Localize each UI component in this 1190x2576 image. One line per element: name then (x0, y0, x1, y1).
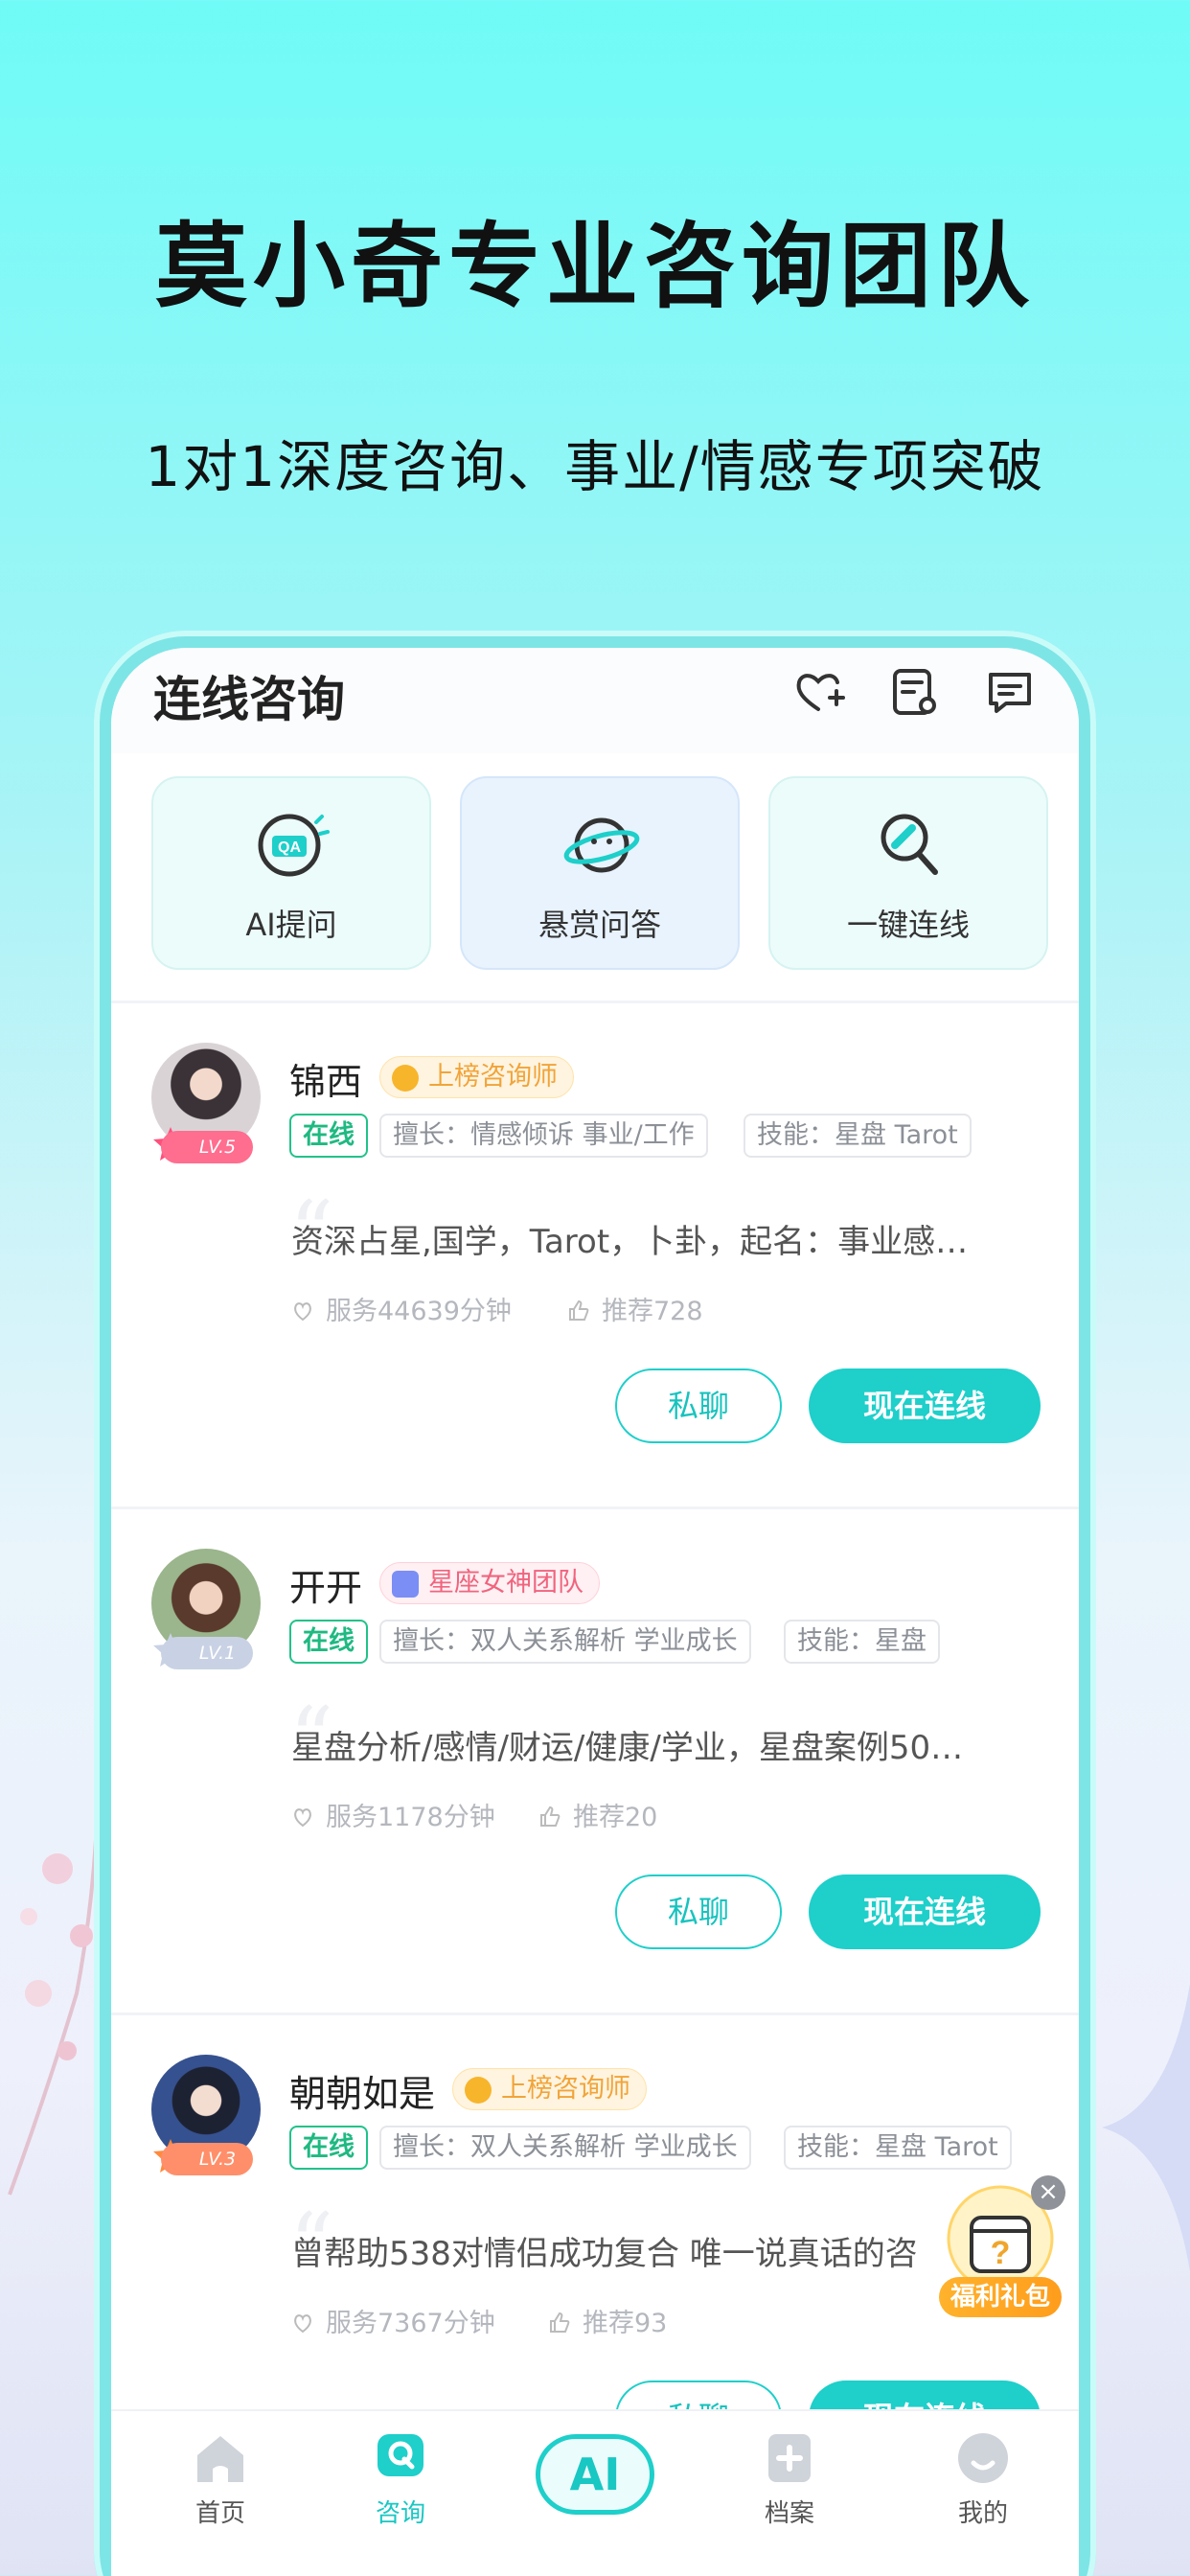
tab-label: 档案 (764, 2499, 814, 2528)
ai-button[interactable]: AI (536, 2434, 654, 2515)
qa-icon: QA (258, 814, 330, 877)
medal-icon (465, 2077, 492, 2104)
top-bar: 连线咨询 (111, 648, 1079, 753)
consult-icon (378, 2434, 423, 2476)
promo-subline: 1对1深度咨询、事业/情感专项突破 (145, 434, 1045, 499)
tab-profile[interactable]: 我的 (916, 2430, 1050, 2529)
medal-icon (392, 1065, 419, 1092)
service-icon (294, 1302, 311, 1322)
recommend-stat: 推荐20 (538, 1796, 657, 1833)
service-stat: 服务1178分钟 (291, 1796, 495, 1833)
recommend-stat: 推荐93 (548, 2302, 667, 2339)
svg-text:QA: QA (278, 840, 301, 856)
badge-label: 星座女神团队 (428, 1568, 584, 1598)
team-icon (392, 1571, 419, 1598)
service-stat: 服务44639分钟 (291, 1290, 512, 1327)
level-badge: LV.5 (161, 1131, 253, 1163)
profile-icon (958, 2433, 1008, 2483)
recommend-stat: 推荐728 (567, 1290, 703, 1327)
consultant-intro: 星盘分析/感情/财运/健康/学业，星盘案例50… (291, 1729, 964, 1767)
badge-label: 上榜咨询师 (501, 2074, 630, 2104)
consultant-name: 朝朝如是 (289, 2073, 436, 2115)
sparkle-decoration (1102, 1984, 1190, 2271)
specialty-tag: 擅长：情感倾诉 事业/工作 (379, 1114, 708, 1158)
consultant-intro: 资深占星,国学，Tarot，卜卦，起名：事业感… (291, 1223, 969, 1261)
consultant-card[interactable]: LV.5 锦西 上榜咨询师 在线 擅长：情感倾诉 事业/工作 技能：星盘 Tar… (111, 1002, 1079, 1508)
svg-text:?: ? (991, 2235, 1011, 2271)
tab-home[interactable]: 首页 (153, 2430, 287, 2529)
planet-icon (563, 817, 640, 873)
online-tag: 在线 (289, 2126, 368, 2170)
page-title: 连线咨询 (153, 672, 345, 727)
close-icon[interactable]: × (1031, 2175, 1065, 2210)
recommend-count: 推荐93 (583, 2309, 668, 2338)
level-badge: LV.1 (161, 1637, 253, 1669)
skills-tag: 技能：星盘 Tarot (744, 1114, 972, 1158)
feature-bounty-qa[interactable]: 悬赏问答 (460, 776, 740, 970)
gift-label: 福利礼包 (939, 2277, 1062, 2317)
service-stat: 服务7367分钟 (291, 2302, 495, 2339)
specialty-tag: 擅长：双人关系解析 学业成长 (379, 2126, 751, 2170)
private-chat-button[interactable]: 私聊 (615, 1368, 782, 1443)
tab-label: 咨询 (375, 2499, 425, 2528)
status-badge: 上榜咨询师 (452, 2068, 647, 2110)
consultant-name: 开开 (289, 1567, 363, 1609)
flower-branch-decoration (8, 1839, 98, 2196)
service-icon (294, 1808, 311, 1828)
recommend-count: 推荐728 (602, 1297, 703, 1326)
status-badge: 星座女神团队 (379, 1562, 600, 1604)
connect-now-button[interactable]: 现在连线 (809, 1874, 1041, 1949)
promo-headline: 莫小奇专业咨询团队 (155, 213, 1035, 320)
feature-ai-ask[interactable]: QA AI提问 (151, 776, 431, 970)
private-chat-button[interactable]: 私聊 (615, 1874, 782, 1949)
feature-label: 一键连线 (846, 907, 970, 943)
tab-consult[interactable]: 咨询 (333, 2430, 468, 2529)
specialty-tag: 擅长：双人关系解析 学业成长 (379, 1620, 751, 1664)
service-time: 服务1178分钟 (326, 1803, 495, 1832)
thumbs-up-icon (550, 2312, 570, 2333)
online-tag: 在线 (289, 1620, 368, 1664)
consultant-card[interactable]: LV.1 开开 星座女神团队 在线 擅长：双人关系解析 学业成长 技能：星盘 “… (111, 1508, 1079, 2014)
welfare-gift-widget[interactable]: ? × 福利礼包 (939, 2175, 1069, 2319)
tab-label: 我的 (957, 2499, 1008, 2528)
app-screen: 连线咨询 QA AI提问 悬赏问答 一键连线 LV.5 锦西 上榜咨询师 在线 … (111, 648, 1079, 2576)
tab-archive[interactable]: 档案 (722, 2430, 857, 2529)
skills-tag: 技能：星盘 Tarot (784, 2126, 1012, 2170)
connect-now-button[interactable]: 现在连线 (809, 1368, 1041, 1443)
heart-plus-icon[interactable] (791, 665, 845, 719)
connect-icon (881, 814, 938, 875)
order-list-icon[interactable] (887, 665, 941, 719)
consultant-intro: 曾帮助538对情侣成功复合 唯一说真话的咨 (291, 2235, 918, 2273)
service-time: 服务44639分钟 (326, 1297, 512, 1326)
archive-icon (768, 2434, 811, 2482)
badge-label: 上榜咨询师 (428, 1062, 558, 1092)
online-tag: 在线 (289, 1114, 368, 1158)
service-icon (294, 2314, 311, 2334)
recommend-count: 推荐20 (573, 1803, 658, 1832)
tab-label: 首页 (195, 2499, 245, 2528)
feature-one-click-connect[interactable]: 一键连线 (768, 776, 1048, 970)
level-badge: LV.3 (161, 2143, 253, 2175)
status-badge: 上榜咨询师 (379, 1056, 574, 1098)
consultant-name: 锦西 (289, 1061, 363, 1103)
feature-label: 悬赏问答 (538, 907, 661, 943)
thumbs-up-icon (540, 1806, 561, 1827)
skills-tag: 技能：星盘 (784, 1620, 940, 1664)
message-icon[interactable] (983, 665, 1037, 719)
thumbs-up-icon (569, 1300, 589, 1321)
feature-label: AI提问 (245, 907, 337, 943)
home-icon (197, 2436, 243, 2482)
service-time: 服务7367分钟 (326, 2309, 495, 2338)
bottom-tab-bar: 首页 咨询 AI 档案 我的 (111, 2409, 1079, 2576)
